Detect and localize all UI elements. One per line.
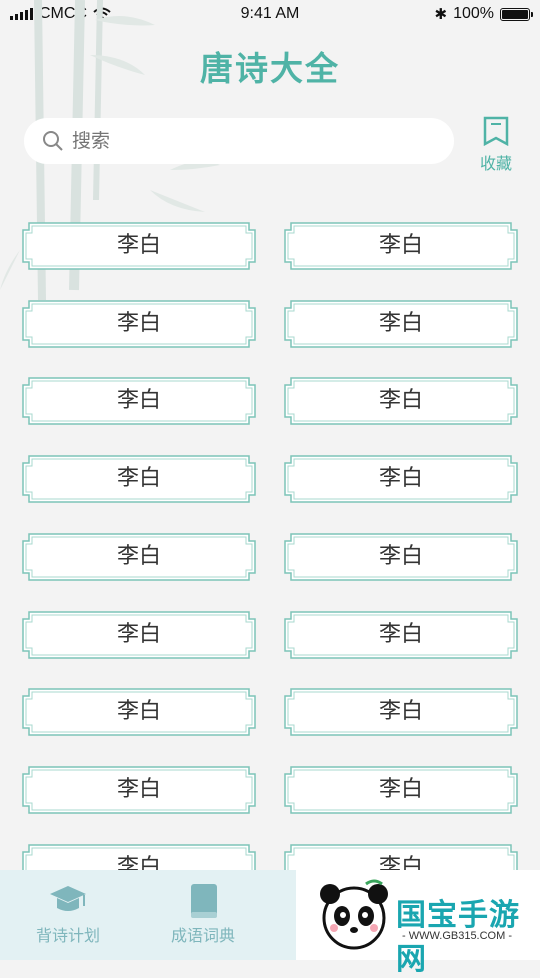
poet-card[interactable]: 李白 [21, 607, 257, 663]
poet-name: 李白 [116, 233, 161, 258]
poet-card[interactable]: 李白 [283, 529, 519, 585]
panda-logo [320, 879, 388, 950]
poet-card[interactable]: 李白 [283, 296, 519, 352]
poet-card[interactable]: 李白 [21, 840, 257, 870]
bookmark-icon [483, 116, 509, 147]
favorites-button[interactable]: 收藏 [472, 116, 520, 174]
tab-label: 背诗计划 [35, 926, 100, 945]
search-icon [43, 131, 63, 151]
poet-card[interactable]: 李白 [283, 684, 519, 740]
poet-name: 李白 [378, 466, 423, 492]
poet-name: 李白 [378, 543, 423, 569]
bluetooth-icon: ✱ [434, 6, 448, 23]
battery-icon [500, 7, 533, 21]
watermark-url: - WWW.GB315.COM - [402, 930, 512, 942]
poet-name: 李白 [116, 621, 161, 647]
tab-label: 成语词典 [170, 926, 235, 945]
poet-name: 李白 [116, 699, 161, 725]
poet-card[interactable]: 李白 [283, 373, 519, 429]
poet-card[interactable]: 李白 [283, 451, 519, 507]
poet-name: 李白 [378, 388, 423, 414]
poet-card[interactable]: 李白 [283, 840, 519, 870]
poet-card[interactable]: 李白 [283, 762, 519, 818]
poet-card[interactable]: 李白 [21, 296, 257, 352]
poet-card[interactable]: 李白 [283, 218, 519, 274]
poet-card[interactable]: 李白 [21, 451, 257, 507]
search-input[interactable] [70, 129, 414, 153]
poet-name: 李白 [116, 466, 161, 492]
search-bar[interactable] [24, 118, 454, 164]
site-watermark: 国宝手游网 - WWW.GB315.COM - [296, 870, 540, 977]
tab-recite-plan[interactable]: 背诗计划 [13, 870, 123, 960]
poet-name: 李白 [378, 854, 423, 870]
graduation-cap-icon [50, 886, 86, 911]
battery-percent: 100% [453, 5, 494, 22]
poet-card[interactable]: 李白 [21, 529, 257, 585]
poet-name: 李白 [116, 310, 161, 336]
poet-name: 李白 [378, 699, 423, 725]
poet-name: 李白 [116, 776, 161, 802]
tab-idiom-dictionary[interactable]: 成语词典 [148, 870, 258, 960]
poet-card[interactable]: 李白 [21, 373, 257, 429]
poet-card[interactable]: 李白 [21, 218, 257, 274]
poet-name: 李白 [116, 854, 161, 870]
poet-name: 李白 [116, 543, 161, 569]
poet-name: 李白 [378, 776, 423, 802]
poet-card[interactable]: 李白 [21, 684, 257, 740]
poet-name: 李白 [116, 388, 161, 414]
poet-grid: 李白 李白 李白 李白 李白 李白 李白 李白 李白 李白 李白 李白 李白 李白 李白 李白 李白 李白 [0, 218, 540, 870]
page-title: 唐诗大全 [200, 49, 340, 88]
poet-card[interactable]: 李白 [21, 762, 257, 818]
poet-name: 李白 [378, 233, 423, 258]
book-icon [191, 884, 217, 918]
favorites-label: 收藏 [479, 154, 512, 173]
poet-name: 李白 [378, 621, 423, 647]
poet-name: 李白 [378, 310, 423, 336]
poet-card[interactable]: 李白 [283, 607, 519, 663]
